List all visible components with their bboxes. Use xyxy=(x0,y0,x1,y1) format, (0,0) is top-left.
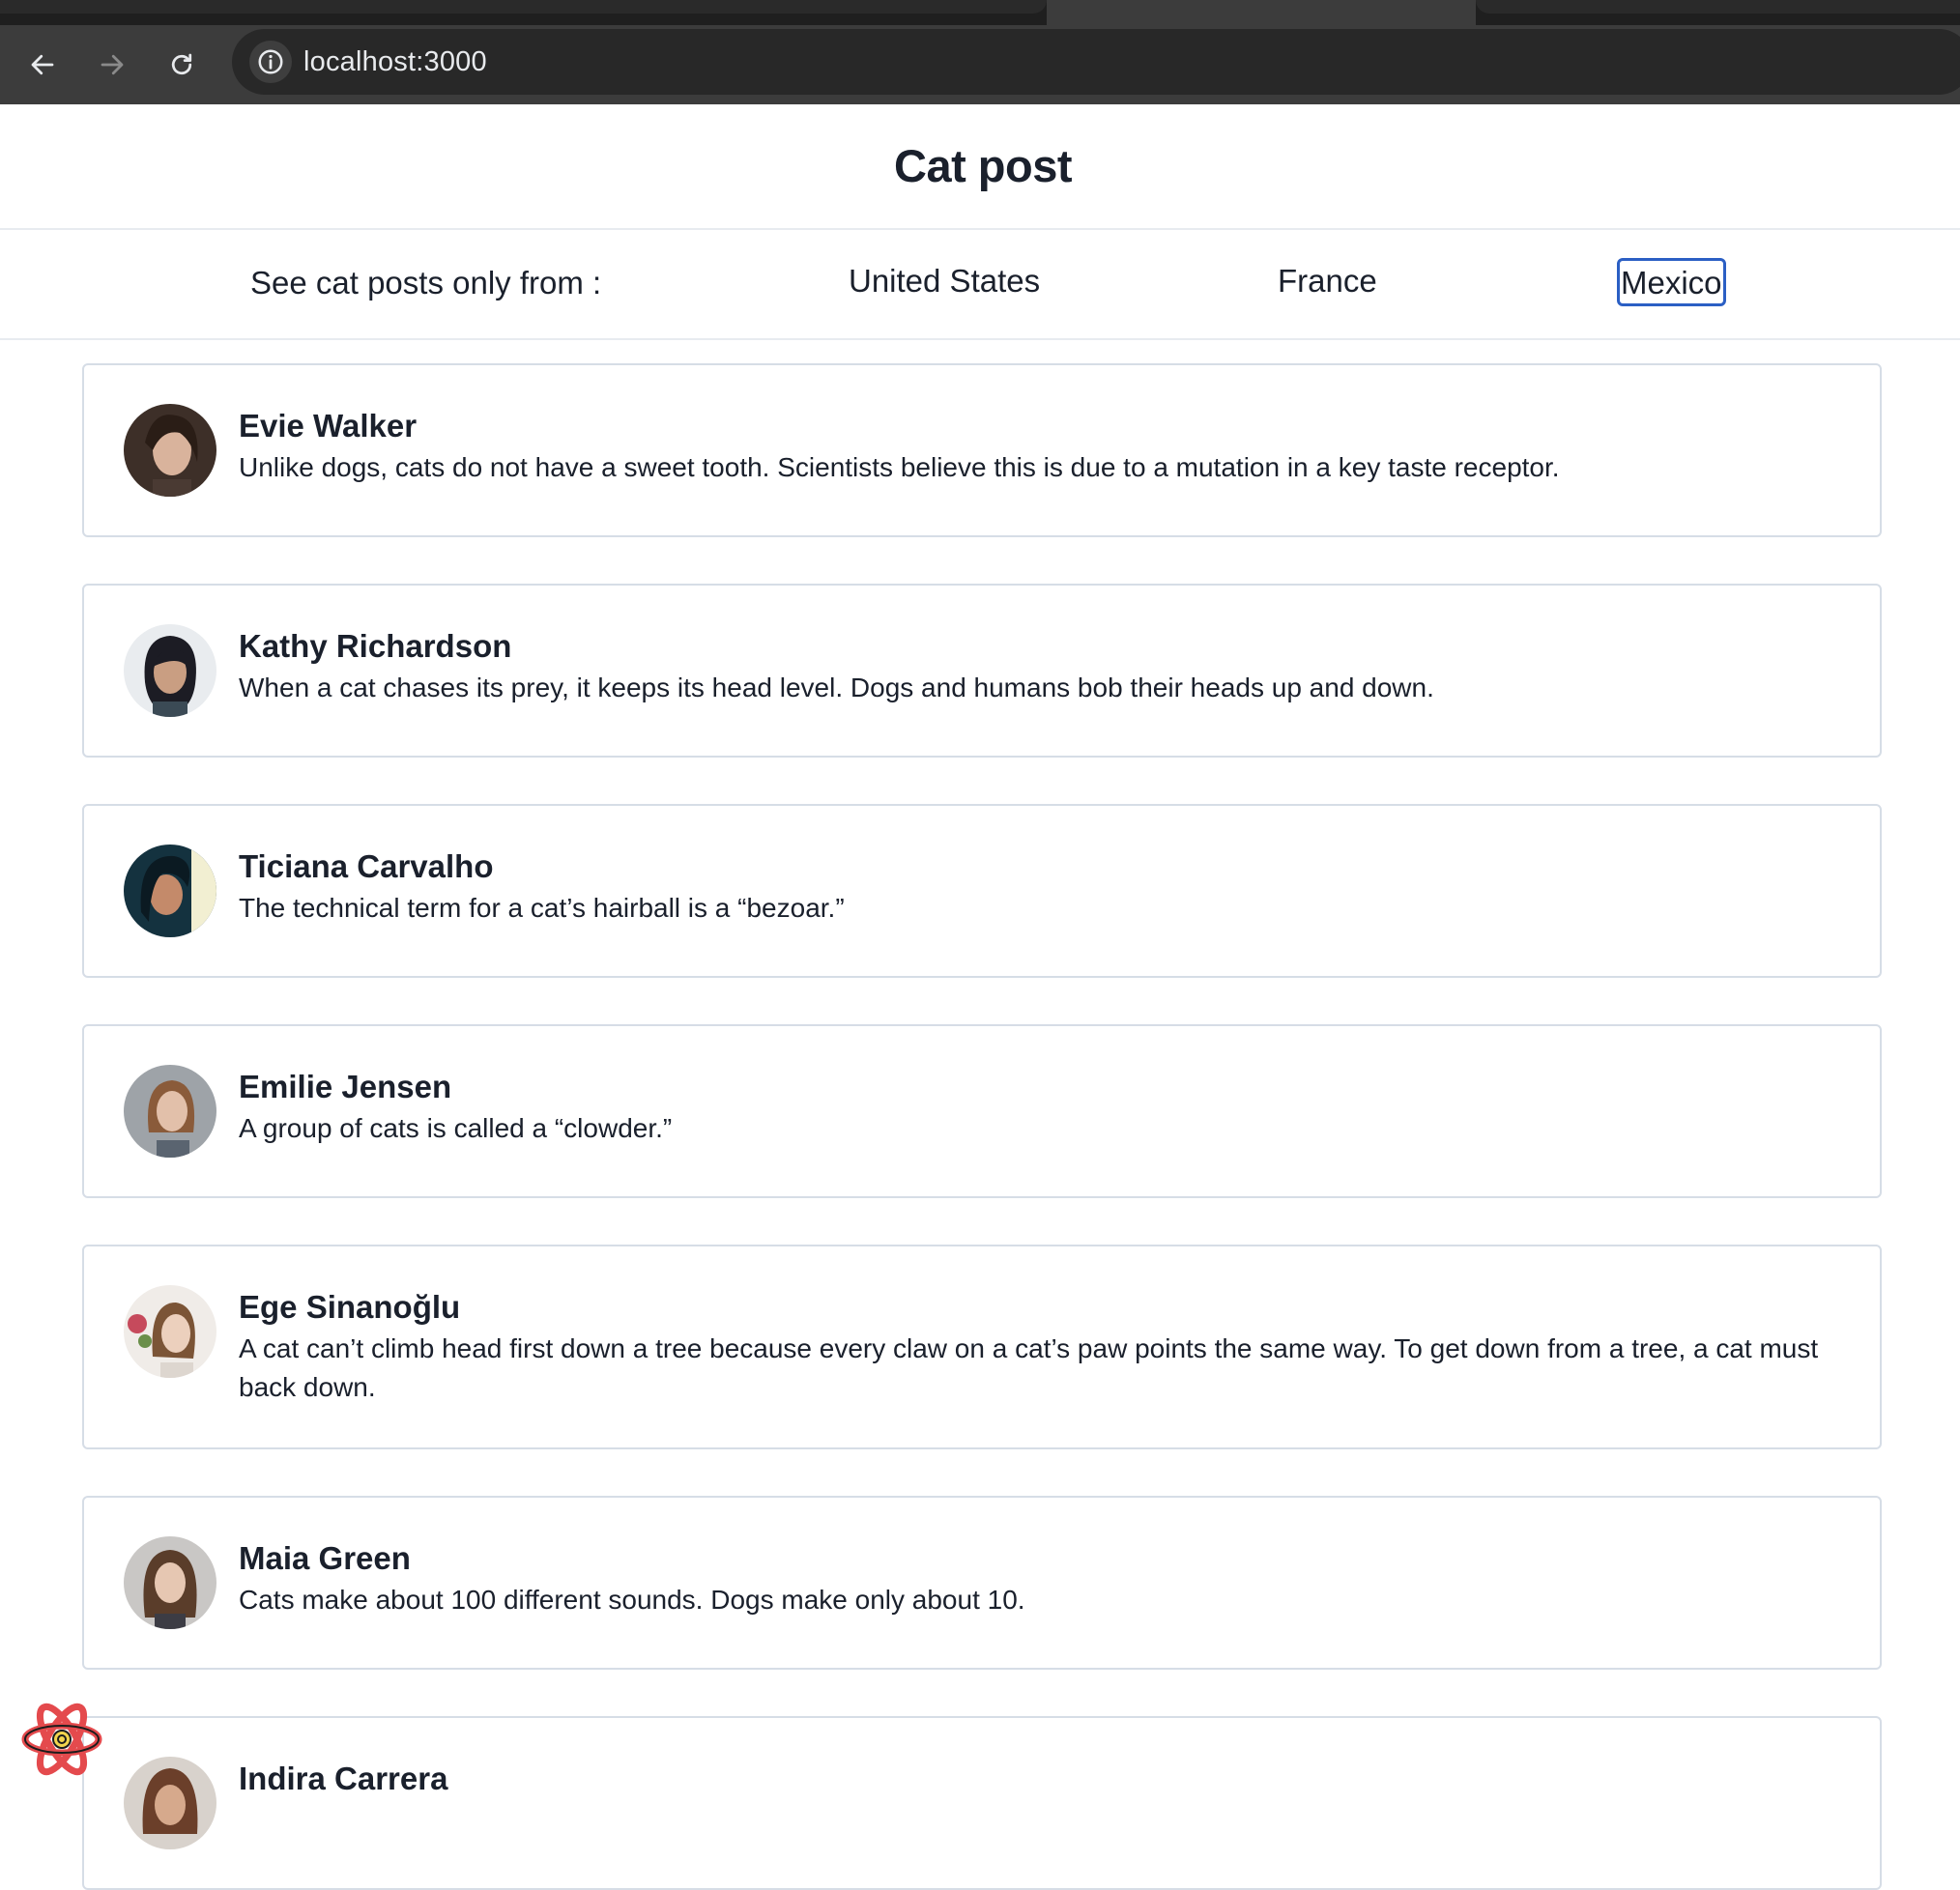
post-author: Indira Carrera xyxy=(239,1761,448,1796)
filter-mexico-button[interactable]: Mexico xyxy=(1617,258,1726,306)
avatar xyxy=(124,624,216,717)
post-card: Evie Walker Unlike dogs, cats do not hav… xyxy=(82,363,1882,537)
filter-france-button[interactable]: France xyxy=(1276,257,1379,305)
post-card: Ege Sinanoğlu A cat can’t climb head fir… xyxy=(82,1245,1882,1449)
back-button[interactable] xyxy=(18,41,67,89)
header-divider xyxy=(0,228,1960,230)
tab-strip xyxy=(0,0,1960,25)
filter-divider xyxy=(0,338,1960,340)
avatar xyxy=(124,845,216,937)
site-info-button[interactable] xyxy=(249,41,292,83)
reload-button[interactable] xyxy=(158,41,206,89)
post-text: When a cat chases its prey, it keeps its… xyxy=(239,673,1434,702)
filter-united-states-button[interactable]: United States xyxy=(847,257,1042,305)
avatar xyxy=(124,1065,216,1158)
browser-tab[interactable] xyxy=(0,0,1047,14)
react-devtools-icon[interactable] xyxy=(21,1703,102,1776)
arrow-left-icon xyxy=(31,54,54,75)
url-text[interactable]: localhost:3000 xyxy=(303,46,487,78)
browser-tab-active[interactable] xyxy=(1047,0,1476,25)
post-card: Indira Carrera xyxy=(82,1716,1882,1890)
filter-label: See cat posts only from : xyxy=(250,265,602,301)
address-bar[interactable]: localhost:3000 xyxy=(232,29,1960,95)
post-text: The technical term for a cat’s hairball … xyxy=(239,893,845,923)
post-text: Unlike dogs, cats do not have a sweet to… xyxy=(239,452,1560,482)
arrow-right-icon xyxy=(101,54,124,75)
post-text: A cat can’t climb head first down a tree… xyxy=(239,1333,1819,1402)
post-card: Maia Green Cats make about 100 different… xyxy=(82,1496,1882,1670)
post-author: Ticiana Carvalho xyxy=(239,848,494,884)
post-author: Evie Walker xyxy=(239,408,418,444)
avatar xyxy=(124,1757,216,1849)
post-card: Kathy Richardson When a cat chases its p… xyxy=(82,584,1882,758)
forward-button[interactable] xyxy=(88,41,136,89)
post-card: Ticiana Carvalho The technical term for … xyxy=(82,804,1882,978)
post-text: Cats make about 100 different sounds. Do… xyxy=(239,1585,1025,1615)
info-icon xyxy=(258,49,283,74)
page-content: Cat post See cat posts only from : Unite… xyxy=(0,104,1960,1890)
post-author: Kathy Richardson xyxy=(239,628,512,664)
post-author: Emilie Jensen xyxy=(239,1069,452,1104)
post-card: Emilie Jensen A group of cats is called … xyxy=(82,1024,1882,1198)
browser-tab[interactable] xyxy=(1476,0,1960,14)
post-text: A group of cats is called a “clowder.” xyxy=(239,1113,673,1143)
avatar xyxy=(124,1285,216,1378)
post-author: Ege Sinanoğlu xyxy=(239,1289,461,1325)
browser-toolbar: localhost:3000 xyxy=(0,25,1960,104)
post-author: Maia Green xyxy=(239,1540,411,1576)
avatar xyxy=(124,1536,216,1629)
page-title: Cat post xyxy=(894,140,1073,191)
reload-icon xyxy=(171,53,192,75)
avatar xyxy=(124,404,216,497)
browser-chrome: localhost:3000 xyxy=(0,0,1960,104)
